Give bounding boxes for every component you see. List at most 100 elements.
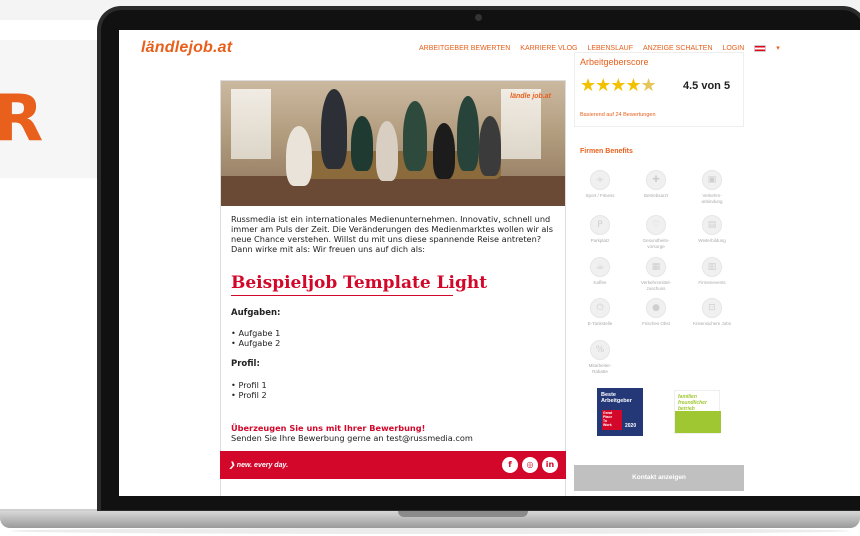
camera-icon: [475, 14, 482, 21]
benefit-parkplatz: P Parkplatz: [580, 215, 620, 244]
chevron-down-icon[interactable]: ▾: [776, 44, 780, 52]
photo-person: [351, 116, 373, 171]
coffee-icon: ☕: [590, 257, 610, 277]
tasks-heading: Aufgaben:: [231, 308, 281, 318]
benefit-sport: ⟛ Sport / Fitness: [580, 170, 620, 199]
logo-main: ländle: [141, 39, 189, 56]
benefit-betriebsarzt: ✚ Betriebsarzt: [636, 170, 676, 199]
benefit-e-tankstelle: ⏻ E-Tankstelle: [580, 298, 620, 327]
benefit-label: Gesundheits-vorsorge: [642, 238, 670, 249]
badge2-title: familien freundlicher betrieb: [678, 394, 707, 412]
benefits-title: Firmen Benefits: [580, 148, 633, 155]
job-intro: Russmedia ist ein internationales Medien…: [231, 214, 553, 254]
job-card: ländle job.at Russmedia ist ein internat…: [220, 80, 566, 496]
profile-item-text: Profil 1: [238, 380, 267, 390]
book-icon: ▤: [702, 215, 722, 235]
benefit-kaffee: ☕ Kaffee: [580, 257, 620, 286]
benefit-label: Verkehrsmittel-zuschuss: [640, 280, 671, 291]
laptop-shadow: [10, 528, 850, 534]
photo-window: [231, 89, 271, 159]
badge-title: Beste Arbeitgeber: [601, 392, 632, 404]
photo-person: [479, 116, 501, 176]
nav-item-lebenslauf[interactable]: LEBENSLAUF: [587, 45, 633, 52]
main-nav: ARBEITGEBER BEWERTEN KARRIERE VLOG LEBEN…: [419, 44, 780, 52]
plug-icon: ⏻: [590, 298, 610, 318]
lock-icon: ⊡: [702, 298, 722, 318]
job-title: Beispieljob Template Light: [231, 273, 488, 293]
apple-icon: ●: [646, 298, 666, 318]
benefit-label: Sport / Fitness: [585, 193, 615, 198]
bus-icon: ▣: [702, 170, 722, 190]
task-item: • Aufgabe 1: [231, 328, 281, 338]
photo-person: [457, 96, 479, 171]
team-photo: ländle job.at: [221, 81, 565, 206]
photo-logo: ländle job.at: [510, 93, 551, 100]
benefit-label: Kaffee: [593, 280, 607, 285]
gptw-logo: Great Place To Work: [602, 410, 622, 430]
benefit-label: Mitarbeiter- Rabatte: [588, 363, 612, 374]
application-cta: Überzeugen Sie uns mit Ihrer Bewerbung!: [231, 423, 426, 433]
photo-person: [286, 126, 312, 186]
benefit-frisches-obst: ● Frisches Obst: [636, 298, 676, 327]
photo-floor: [221, 176, 565, 206]
benefit-label: E-Tankstelle: [587, 321, 613, 326]
application-text: Senden Sie Ihre Bewerbung gerne an test@…: [231, 433, 473, 443]
percent-icon: %: [590, 340, 610, 360]
profile-item-text: Profil 2: [238, 390, 267, 400]
benefit-weiterbildung: ▤ Weiterbildung: [692, 215, 732, 244]
score-value: 4.5 von 5: [683, 80, 731, 92]
medical-kit-icon: ✚: [646, 170, 666, 190]
calendar-icon: ▥: [702, 257, 722, 277]
footer-slogan: ❯ new. every day.: [229, 462, 289, 469]
laptop-notch: [398, 511, 528, 517]
job-title-underline: [231, 295, 453, 296]
card-footer: ❯ new. every day. f ◎ in: [220, 451, 566, 479]
benefit-verkehrsanbindung: ▣ Verkehrs-anbindung: [692, 170, 732, 204]
site-logo[interactable]: ländlejob.at: [141, 39, 232, 57]
photo-person: [321, 89, 347, 169]
profile-item: • Profil 1: [231, 380, 267, 390]
instagram-icon[interactable]: ◎: [522, 457, 538, 473]
task-item: • Aufgabe 2: [231, 338, 281, 348]
benefit-mitarbeiter-rabatte: % Mitarbeiter- Rabatte: [580, 340, 620, 374]
nav-item-login[interactable]: LOGIN: [723, 45, 745, 52]
heart-icon: ♡: [646, 215, 666, 235]
nav-item-anzeige-schalten[interactable]: ANZEIGE SCHALTEN: [643, 45, 713, 52]
employer-score-box: Arbeitgeberscore ★★★★★ 4.5 von 5 Basiere…: [574, 52, 744, 127]
nav-item-karriere-vlog[interactable]: KARRIERE VLOG: [520, 45, 577, 52]
benefit-verkehrsmittelzuschuss: ▦ Verkehrsmittel-zuschuss: [636, 257, 676, 291]
linkedin-icon[interactable]: in: [542, 457, 558, 473]
badge-year: 2020: [625, 423, 637, 429]
benefit-label: Krisensichere Jobs: [692, 321, 732, 326]
star-rating: ★★★★★: [580, 75, 657, 96]
benefit-firmenevents: ▥ Firmenevents: [692, 257, 732, 286]
profile-item: • Profil 2: [231, 390, 267, 400]
train-icon: ▦: [646, 257, 666, 277]
benefit-label: Verkehrs-anbindung: [701, 193, 723, 204]
stage: R ländlejob.at ARBEITGEBER BEWERTEN KARR…: [0, 0, 860, 536]
score-basis[interactable]: Basierend auf 24 Bewertungen: [580, 112, 656, 118]
score-title: Arbeitgeberscore: [580, 57, 649, 67]
kontakt-anzeigen-button[interactable]: Kontakt anzeigen: [574, 465, 744, 491]
laptop-screen: ländlejob.at ARBEITGEBER BEWERTEN KARRIE…: [119, 30, 860, 496]
dumbbell-icon: ⟛: [590, 170, 610, 190]
best-employer-badge: Beste Arbeitgeber Great Place To Work 2020: [597, 388, 643, 436]
logo-accent: job.at: [188, 39, 233, 56]
benefit-label: Frisches Obst: [642, 321, 670, 326]
photo-person: [376, 121, 398, 181]
benefit-label: Parkplatz: [590, 238, 610, 243]
badge2-green-area: [675, 411, 721, 433]
gptw-text: Great Place To Work: [603, 411, 613, 427]
task-item-text: Aufgabe 2: [238, 338, 281, 348]
background-letter: R: [0, 82, 44, 156]
austria-flag-icon[interactable]: [754, 44, 767, 52]
nav-item-arbeitgeber-bewerten[interactable]: ARBEITGEBER BEWERTEN: [419, 45, 510, 52]
benefit-label: Firmenevents: [698, 280, 726, 285]
facebook-icon[interactable]: f: [502, 457, 518, 473]
benefit-label: Weiterbildung: [698, 238, 726, 243]
task-item-text: Aufgabe 1: [238, 328, 281, 338]
benefit-label: Betriebsarzt: [643, 193, 668, 198]
benefit-krisensichere-jobs: ⊡ Krisensichere Jobs: [692, 298, 732, 327]
photo-person: [433, 123, 455, 179]
parking-icon: P: [590, 215, 610, 235]
